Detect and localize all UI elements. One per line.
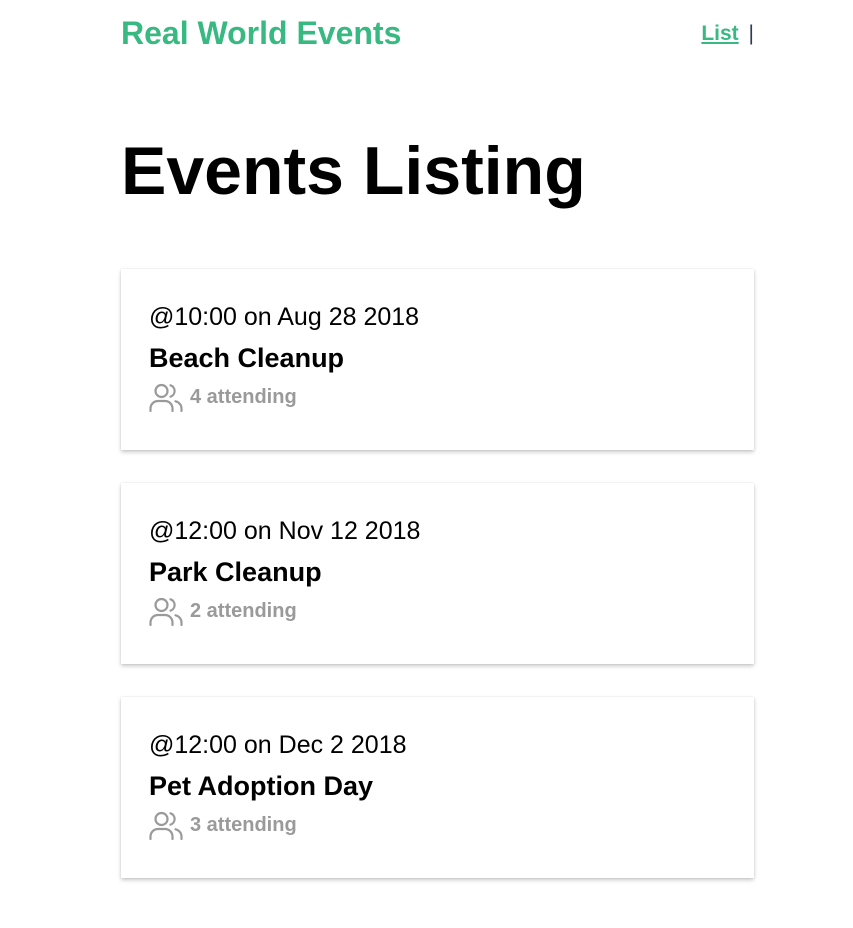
attending-count: 3 attending: [190, 814, 297, 836]
event-attending: 2 attending: [149, 596, 297, 627]
nav-separator: |: [748, 22, 754, 45]
attending-count: 4 attending: [190, 386, 297, 408]
event-title: Beach Cleanup: [149, 343, 345, 373]
event-list: @10:00 on Aug 28 2018 Beach Cleanup 4 at…: [121, 269, 754, 911]
event-attending: 4 attending: [149, 382, 297, 413]
event-title: Park Cleanup: [149, 557, 322, 587]
users-icon: [149, 810, 183, 841]
attending-count: 2 attending: [190, 600, 297, 622]
event-time: @10:00 on Aug 28 2018: [149, 303, 420, 331]
event-title: Pet Adoption Day: [149, 771, 374, 801]
brand-link[interactable]: Real World Events: [121, 13, 401, 53]
app-container: Real World Events List | Events Listing …: [121, 0, 754, 878]
event-card[interactable]: @12:00 on Nov 12 2018 Park Cleanup 2 att…: [121, 483, 754, 664]
event-time: @12:00 on Dec 2 2018: [149, 731, 407, 759]
users-icon: [149, 596, 183, 627]
page-title: Events Listing: [121, 133, 586, 209]
event-attending: 3 attending: [149, 810, 297, 841]
nav-links: List |: [701, 20, 754, 48]
navbar: Real World Events List |: [121, 0, 754, 68]
event-card[interactable]: @12:00 on Dec 2 2018 Pet Adoption Day 3 …: [121, 697, 754, 878]
event-time: @12:00 on Nov 12 2018: [149, 517, 421, 545]
users-icon: [149, 382, 183, 413]
event-card[interactable]: @10:00 on Aug 28 2018 Beach Cleanup 4 at…: [121, 269, 754, 450]
nav-link-list[interactable]: List: [701, 22, 738, 45]
